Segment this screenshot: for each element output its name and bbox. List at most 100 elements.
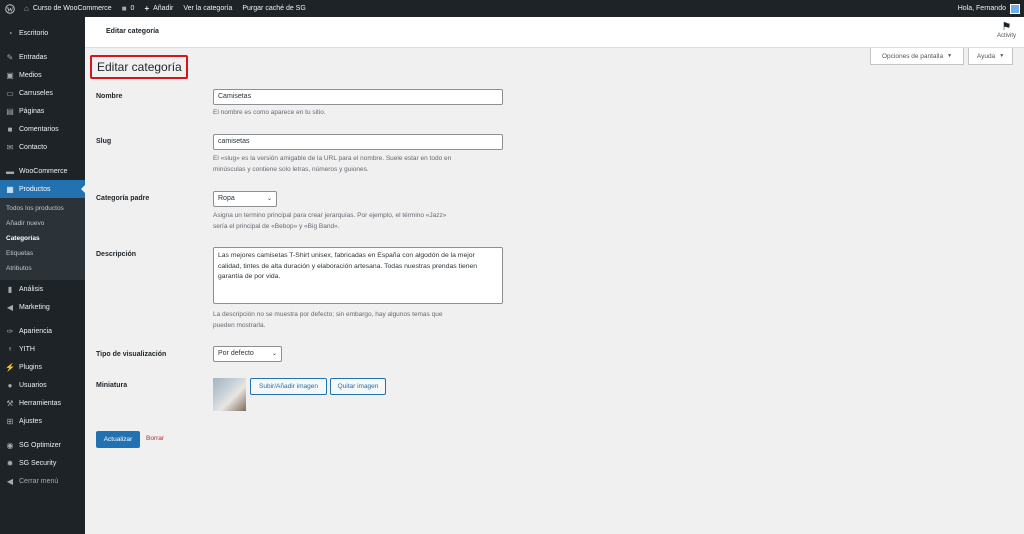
- wordpress-logo-icon[interactable]: W: [0, 0, 19, 17]
- display-type-label: Tipo de visualización: [96, 351, 167, 358]
- sidebar-item-label: Medios: [19, 71, 42, 79]
- productos-submenu: Todos los productos Añadir nuevo Categor…: [0, 198, 85, 280]
- sidebar-item-usuarios[interactable]: ● Usuarios: [0, 376, 85, 394]
- activity-label: Activity: [996, 33, 1016, 39]
- products-icon: ▦: [6, 184, 14, 194]
- home-icon: ⌂: [24, 4, 29, 13]
- sidebar-item-apariencia[interactable]: ✑ Apariencia: [0, 322, 85, 340]
- media-icon: ▣: [6, 70, 14, 80]
- sidebar-item-productos[interactable]: ▦ Productos: [0, 180, 85, 198]
- slug-description-line-2: minúsculas y contiene solo letras, númer…: [213, 166, 369, 173]
- megaphone-icon: ◀: [6, 302, 14, 312]
- sg-optimizer-icon: ◉: [6, 440, 14, 450]
- sidebar-item-label: Herramientas: [19, 399, 62, 407]
- caret-down-icon: ▼: [947, 53, 953, 59]
- analytics-icon: ▮: [7, 284, 13, 294]
- display-type-select[interactable]: Por defecto ⌄: [213, 346, 282, 362]
- activity-button[interactable]: ⚑ Activity: [996, 21, 1016, 40]
- sidebar-item-label: Marketing: [19, 303, 50, 311]
- sidebar-item-paginas[interactable]: ▤ Páginas: [0, 102, 85, 120]
- sidebar-item-sg-optimizer[interactable]: ◉ SG Optimizer: [0, 436, 85, 454]
- slug-description-line-1: El «slug» es la versión amigable de la U…: [213, 155, 452, 162]
- sidebar-item-carruseles[interactable]: ▭ Carruseles: [0, 84, 85, 102]
- page-title: Editar categoría: [90, 55, 188, 79]
- sidebar-item-label: Escritorio: [19, 29, 49, 37]
- name-label: Nombre: [96, 93, 123, 100]
- sidebar-item-label: Páginas: [19, 107, 45, 115]
- sidebar-item-yith[interactable]: ᵞ YITH: [0, 340, 85, 358]
- sidebar-item-label: Usuarios: [19, 381, 47, 389]
- submenu-item-etiquetas[interactable]: Etiquetas: [0, 246, 85, 261]
- flag-icon: ⚑: [1001, 21, 1012, 33]
- thumbnail-label: Miniatura: [96, 382, 128, 389]
- pages-icon: ▤: [6, 106, 14, 116]
- chevron-down-icon: ⌄: [271, 351, 277, 357]
- submenu-item-atributos[interactable]: Atributos: [0, 261, 85, 276]
- sidebar-item-marketing[interactable]: ◀ Marketing: [0, 298, 85, 316]
- update-button[interactable]: Actualizar: [96, 431, 140, 448]
- slug-label: Slug: [96, 138, 112, 145]
- sidebar-item-ajustes[interactable]: ⊞ Ajustes: [0, 412, 85, 430]
- woo-icon: ▬: [6, 166, 14, 176]
- sidebar-item-entradas[interactable]: ✎ Entradas: [0, 48, 85, 66]
- description-label: Descripción: [96, 251, 137, 258]
- sidebar-item-analisis[interactable]: ▮ Análisis: [0, 280, 85, 298]
- sidebar-item-escritorio[interactable]: ◔ Escritorio: [0, 24, 85, 42]
- add-new-link[interactable]: + Añadir: [139, 0, 178, 17]
- parent-category-select[interactable]: Ropa ⌄: [213, 191, 277, 207]
- plugin-icon: ⚡: [5, 362, 15, 372]
- sidebar-item-label: WooCommerce: [19, 167, 68, 175]
- sidebar-item-label: SG Security: [19, 459, 57, 467]
- users-icon: ●: [7, 380, 13, 390]
- sidebar-item-label: Comentarios: [19, 125, 59, 133]
- sidebar-item-label: Productos: [19, 185, 51, 193]
- description-help-line-1: La descripción no se muestra por defecto…: [213, 311, 443, 318]
- upload-image-button[interactable]: Subir/Añadir imagen: [250, 378, 327, 395]
- name-input[interactable]: Camisetas: [213, 89, 503, 105]
- comments-count: 0: [130, 5, 135, 12]
- help-button[interactable]: Ayuda ▼: [968, 48, 1013, 65]
- remove-image-button[interactable]: Quitar imagen: [330, 378, 386, 395]
- sidebar-item-label: SG Optimizer: [19, 441, 62, 449]
- delete-link[interactable]: Borrar: [146, 435, 164, 442]
- sidebar-item-contacto[interactable]: ✉ Contacto: [0, 138, 85, 156]
- sidebar-item-label: Plugins: [19, 363, 42, 371]
- parent-category-label: Categoría padre: [96, 195, 150, 202]
- purge-cache-link[interactable]: Purgar caché de SG: [237, 0, 310, 17]
- sg-security-icon: ✹: [6, 458, 14, 468]
- help-label: Ayuda: [976, 52, 996, 60]
- parent-description-line-2: sería el principal de «Bebop» y «Big Ban…: [213, 223, 340, 230]
- submenu-item-categorias[interactable]: Categorías: [0, 231, 85, 246]
- sidebar-item-cerrar-menu[interactable]: ◀ Cerrar menú: [0, 472, 85, 490]
- carousel-icon: ▭: [6, 88, 14, 98]
- sidebar-item-herramientas[interactable]: ⚒ Herramientas: [0, 394, 85, 412]
- site-name-link[interactable]: ⌂ Curso de WooCommerce: [19, 0, 117, 17]
- sidebar-item-label: Contacto: [19, 143, 48, 151]
- view-category-link[interactable]: Ver la categoría: [178, 0, 237, 17]
- add-new-label: Añadir: [153, 5, 174, 12]
- slug-input[interactable]: camisetas: [213, 134, 503, 150]
- my-account-link[interactable]: Hola, Fernando: [953, 0, 1024, 17]
- admin-sidebar: ◔ Escritorio ✎ Entradas ▣ Medios ▭ Carrusele…: [0, 17, 85, 534]
- sidebar-item-medios[interactable]: ▣ Medios: [0, 66, 85, 84]
- sidebar-item-comentarios[interactable]: ■ Comentarios: [0, 120, 85, 138]
- submenu-item-anadir-nuevo[interactable]: Añadir nuevo: [0, 216, 85, 231]
- description-textarea[interactable]: Las mejores camisetas T-Shirt unisex, fa…: [213, 247, 503, 304]
- site-name: Curso de WooCommerce: [32, 5, 112, 12]
- settings-icon: ⊞: [6, 416, 14, 426]
- sidebar-item-plugins[interactable]: ⚡ Plugins: [0, 358, 85, 376]
- collapse-icon: ◀: [6, 476, 14, 486]
- screen-options-label: Opciones de pantalla: [881, 52, 944, 60]
- sidebar-item-woocommerce[interactable]: ▬ WooCommerce: [0, 162, 85, 180]
- header-title: Editar categoría: [106, 28, 159, 35]
- sidebar-item-label: Apariencia: [19, 327, 53, 335]
- submenu-item-todos-productos[interactable]: Todos los productos: [0, 201, 85, 216]
- comments-link[interactable]: ■ 0: [117, 0, 140, 17]
- screen-options-button[interactable]: Opciones de pantalla ▼: [870, 48, 964, 65]
- parent-category-value: Ropa: [218, 195, 235, 202]
- display-type-value: Por defecto: [218, 350, 254, 357]
- sidebar-item-sg-security[interactable]: ✹ SG Security: [0, 454, 85, 472]
- sidebar-item-label: Entradas: [19, 53, 48, 61]
- comments-icon: ■: [7, 124, 13, 134]
- brush-icon: ✑: [6, 326, 14, 336]
